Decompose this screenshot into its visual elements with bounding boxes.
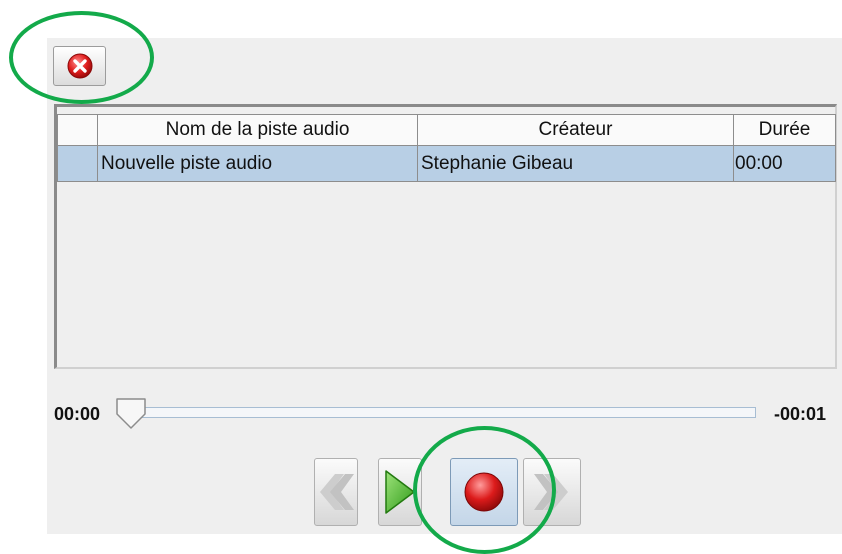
column-header-creator[interactable]: Créateur [417,114,734,146]
row-index-cell[interactable] [57,145,98,182]
column-header-duration[interactable]: Durée [733,114,836,146]
audio-track-table: Nom de la piste audio Créateur Durée Nou… [54,104,837,369]
position-slider-thumb[interactable] [115,397,147,431]
column-header-name[interactable]: Nom de la piste audio [97,114,418,146]
rewind-button[interactable] [314,458,358,526]
remaining-time: -00:01 [774,404,827,424]
creator-cell[interactable]: Stephanie Gibeau [417,145,734,182]
record-button-highlight [413,426,556,554]
track-name-cell[interactable]: Nouvelle piste audio [97,145,418,182]
rewind-icon [320,474,354,510]
position-slider-track[interactable] [126,407,756,418]
table-header-row: Nom de la piste audio Créateur Durée [57,114,836,146]
delete-button-highlight [9,11,154,104]
table-row[interactable]: Nouvelle piste audio Stephanie Gibeau 00… [57,145,836,182]
elapsed-time: 00:00 [54,404,101,424]
duration-cell[interactable]: 00:00 [733,145,836,182]
column-header-index[interactable] [57,114,98,146]
